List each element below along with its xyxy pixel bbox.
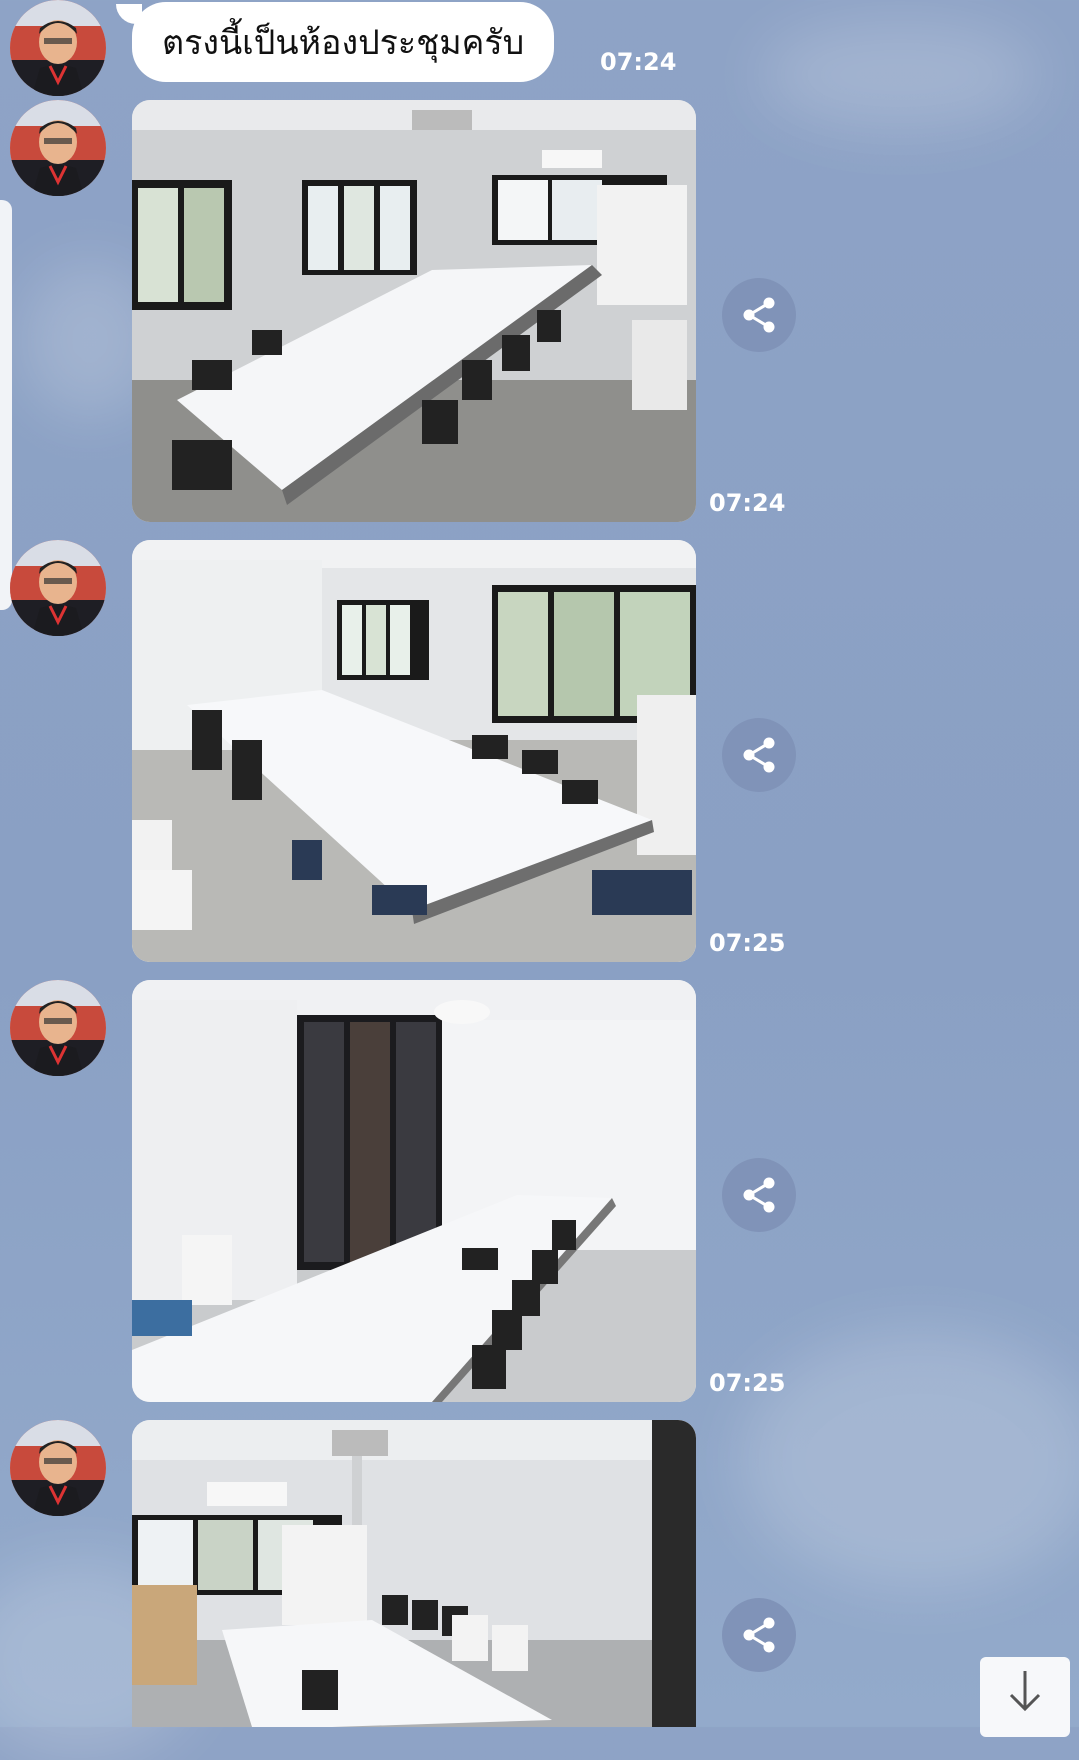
background-cloud — [760, 20, 1040, 130]
share-icon — [743, 1177, 775, 1213]
meeting-room-photo — [132, 540, 696, 962]
avatar[interactable] — [10, 980, 106, 1076]
background-cloud — [740, 1330, 1079, 1590]
message-time: 07:25 — [709, 929, 786, 957]
message-time: 07:24 — [600, 48, 677, 76]
share-button[interactable] — [722, 1598, 796, 1672]
message-image[interactable] — [132, 1420, 696, 1727]
meeting-room-photo — [132, 100, 696, 522]
share-button[interactable] — [722, 278, 796, 352]
message-image[interactable] — [132, 540, 696, 962]
scroll-edge-indicator[interactable] — [0, 200, 12, 610]
message-text: ตรงนี้เป็นห้องประชุมครับ — [162, 23, 525, 63]
message-bubble[interactable]: ตรงนี้เป็นห้องประชุมครับ — [132, 2, 555, 82]
share-icon — [743, 737, 775, 773]
share-button[interactable] — [722, 718, 796, 792]
meeting-room-photo — [132, 1420, 696, 1727]
message-time: 07:25 — [709, 1369, 786, 1397]
message-time: 07:24 — [709, 489, 786, 517]
meeting-room-photo — [132, 980, 696, 1402]
scroll-to-bottom-button[interactable] — [980, 1657, 1070, 1737]
avatar[interactable] — [10, 100, 106, 196]
message-image[interactable] — [132, 980, 696, 1402]
share-icon — [743, 297, 775, 333]
avatar[interactable] — [10, 0, 106, 96]
arrow-down-icon — [1009, 1671, 1041, 1712]
avatar[interactable] — [10, 1420, 106, 1516]
share-button[interactable] — [722, 1158, 796, 1232]
avatar[interactable] — [10, 540, 106, 636]
share-icon — [743, 1617, 775, 1653]
message-image[interactable] — [132, 100, 696, 522]
